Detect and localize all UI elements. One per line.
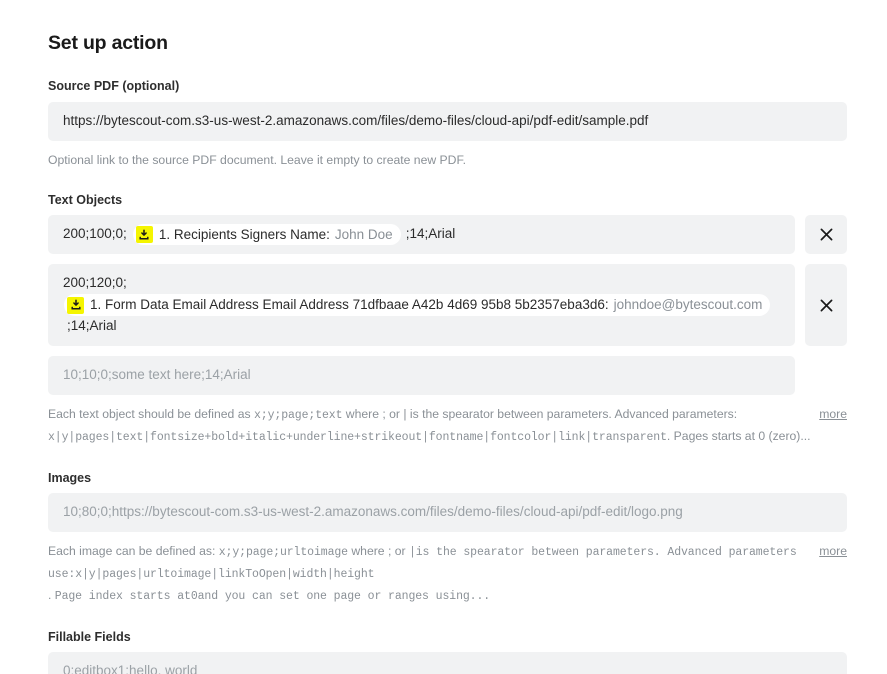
field-group-source-pdf: Source PDF (optional) https://bytescout-… [48,78,847,169]
text-objects-helper: more Each text object should be defined … [48,404,847,448]
field-group-images: Images 10;80;0;https://bytescout-com.s3-… [48,470,847,607]
images-input[interactable]: 10;80;0;https://bytescout-com.s3-us-west… [48,493,847,532]
images-helper-2mono-b: 0 [191,590,198,603]
images-row: 10;80;0;https://bytescout-com.s3-us-west… [48,493,847,532]
text-object-suffix-1: ;14;Arial [406,224,456,245]
text-objects-helper-2mono: x|y|pages|text|fontsize+bold+italic+unde… [48,431,667,444]
text-object-row: 200;120;0; 1. Form Data Email Address Em… [48,264,847,345]
fillable-fields-label: Fillable Fields [48,629,847,645]
text-object-input-new[interactable]: 10;10;0;some text here;14;Arial [48,356,795,395]
download-icon [136,226,153,243]
token-chip-1[interactable]: 1. Recipients Signers Name: John Doe [133,224,401,246]
images-more-link[interactable]: more [819,541,847,561]
text-object-empty-row: 10;10;0;some text here;14;Arial [48,356,847,395]
text-objects-helper-1mono: x;y;page;text [254,409,342,422]
download-icon [67,297,84,314]
images-helper-2a: . [48,588,55,602]
source-pdf-row: https://bytescout-com.s3-us-west-2.amazo… [48,102,847,141]
page-title: Set up action [48,31,847,56]
images-helper-2mono-c: and you can set one page or ranges using… [198,590,490,603]
images-helper-2mono: Page index starts at [55,590,191,603]
images-helper: more Each image can be defined as: x;y;p… [48,541,847,607]
images-helper-1mono: x;y;page;urltoimage [219,546,348,559]
remove-text-object-button-2[interactable] [805,264,847,345]
fillable-fields-row: 0;editbox1;hello, world [48,652,847,674]
field-group-fillable-fields: Fillable Fields 0;editbox1;hello, world … [48,629,847,674]
images-helper-1b: where ; or [348,544,409,558]
close-icon [819,298,834,313]
text-object-suffix-2: ;14;Arial [67,316,117,337]
token-chip-2[interactable]: 1. Form Data Email Address Email Address… [64,294,770,316]
text-objects-helper-2b: . Pages starts at 0 (zero)... [667,429,811,443]
text-object-row: 200;100;0; 1. Recipients Signers Name: J… [48,215,847,255]
remove-text-object-button-1[interactable] [805,215,847,255]
text-objects-label: Text Objects [48,192,847,208]
images-label: Images [48,470,847,486]
field-group-text-objects: Text Objects 200;100;0; 1. Recipients Si… [48,192,847,448]
token-chip-value-1: John Doe [335,225,393,245]
fillable-fields-input[interactable]: 0;editbox1;hello, world [48,652,847,674]
token-chip-label-1: 1. Recipients Signers Name: [159,225,330,245]
close-icon [819,227,834,242]
source-pdf-helper: Optional link to the source PDF document… [48,150,847,170]
text-object-prefix-2: 200;120;0; [63,273,127,294]
source-pdf-input[interactable]: https://bytescout-com.s3-us-west-2.amazo… [48,102,847,141]
text-objects-more-link[interactable]: more [819,404,847,424]
text-object-input-2[interactable]: 200;120;0; 1. Form Data Email Address Em… [48,264,795,345]
text-objects-helper-1b: where ; or | is the spearator between pa… [342,407,737,421]
text-object-prefix-1: 200;100;0; [63,224,127,245]
token-chip-value-2: johndoe@bytescout.com [614,295,763,315]
source-pdf-label: Source PDF (optional) [48,78,847,94]
token-chip-label-2: 1. Form Data Email Address Email Address… [90,295,609,315]
text-object-input-1[interactable]: 200;100;0; 1. Recipients Signers Name: J… [48,215,795,255]
setup-action-panel: Set up action Source PDF (optional) http… [0,0,887,674]
images-helper-1a: Each image can be defined as: [48,544,219,558]
text-objects-helper-1a: Each text object should be defined as [48,407,254,421]
